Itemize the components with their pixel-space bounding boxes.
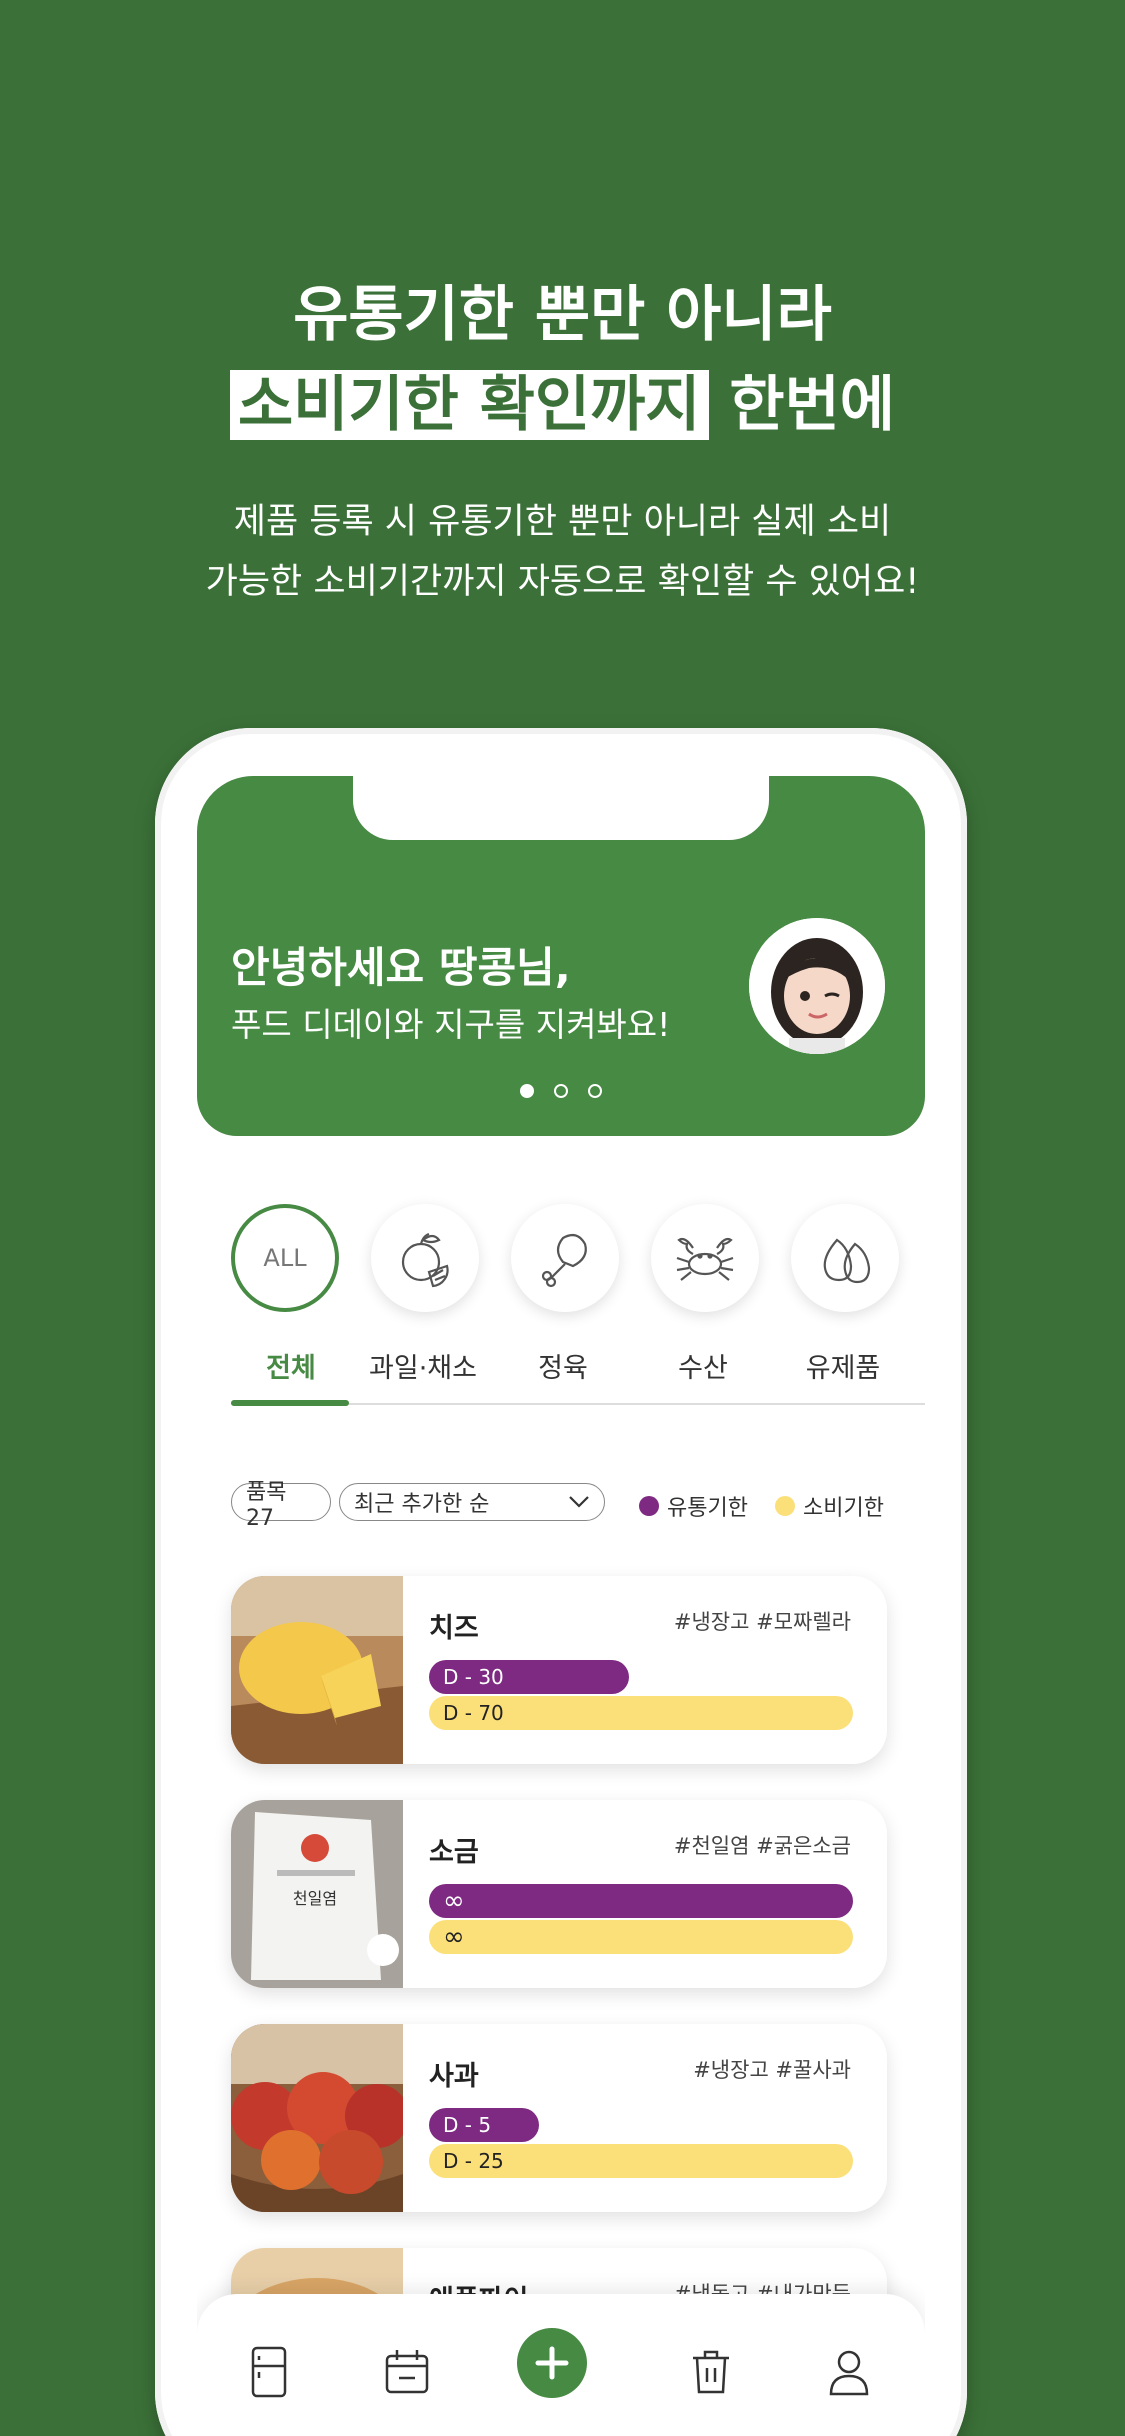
hero-subtitle-line2: 가능한 소비기간까지 자동으로 확인할 수 있어요! [205,562,920,602]
fruit-icon [401,1232,449,1288]
hero-subtitle: 제품 등록 시 유통기한 뿐만 아니라 실제 소비 가능한 소비기간까지 자동으… [0,492,1125,612]
hero-title: 유통기한 뿐만 아니라 소비기한 확인까지 한번에 [0,270,1125,450]
item-name: 치즈 [429,1613,479,1644]
app-screen: 안녕하세요 땅콩님, 푸드 디데이와 지구를 지켜봐요! ALL 전체 과일·채… [197,776,925,2436]
food-card[interactable]: 천일염 소금 #천일염 #굵은소금 ∞ ∞ [231,1800,887,1988]
expiry-bar: D - 5 [429,2108,539,2142]
sort-dropdown[interactable]: 최근 추가한 순 [339,1483,605,1521]
category-icons: ALL [231,1204,925,1314]
legend-expiry-swatch [639,1496,659,1516]
tab-seafood[interactable]: 수산 [633,1346,773,1385]
banner-pager [197,1084,925,1098]
salt-image: 천일염 [231,1800,403,1988]
all-icon: ALL [263,1244,307,1272]
item-tags: #냉장고 #모짜렐라 [673,1610,851,1634]
category-seafood-button[interactable] [651,1204,759,1312]
expiry-bar: D - 30 [429,1660,629,1694]
add-item-button[interactable] [517,2328,587,2398]
nav-profile-button[interactable] [819,2342,879,2402]
greeting-subtext: 푸드 디데이와 지구를 지켜봐요! [231,1005,671,1044]
pager-dot[interactable] [520,1084,534,1098]
cheese-image [231,1576,403,1764]
hero-subtitle-line1: 제품 등록 시 유통기한 뿐만 아니라 실제 소비 [233,502,892,542]
tab-all[interactable]: 전체 [221,1346,361,1385]
phone-notch [353,776,769,840]
tab-indicator [231,1400,349,1406]
pager-dot[interactable] [554,1084,568,1098]
egg-icon [823,1238,871,1284]
meat-icon [541,1233,587,1288]
category-meat-button[interactable] [511,1204,619,1312]
tab-dairy[interactable]: 유제품 [773,1346,913,1385]
nav-calendar-button[interactable] [377,2342,437,2402]
avatar[interactable] [749,918,885,1054]
item-name: 소금 [429,1837,479,1868]
consume-bar: D - 25 [429,2144,853,2178]
consume-bar: D - 70 [429,1696,853,1730]
tab-meat[interactable]: 정육 [493,1346,633,1385]
hero-title-highlight: 소비기한 확인까지 [230,370,709,440]
sort-label: 최근 추가한 순 [354,1492,490,1517]
trash-icon [693,2350,729,2394]
chevron-down-icon [569,1496,589,1508]
legend-expiry: 유통기한 [639,1490,748,1522]
greeting-banner[interactable]: 안녕하세요 땅콩님, 푸드 디데이와 지구를 지켜봐요! [197,776,925,1136]
item-count-label: 품목 27 [246,1479,287,1531]
phone-frame: 안녕하세요 땅콩님, 푸드 디데이와 지구를 지켜봐요! ALL 전체 과일·채… [155,728,967,2436]
crab-icon [676,1237,734,1281]
food-card[interactable]: 사과 #냉장고 #꿀사과 D - 25 D - 5 [231,2024,887,2212]
bottom-nav [197,2294,925,2436]
category-dairy-button[interactable] [791,1204,899,1312]
consume-bar: ∞ [429,1920,853,1954]
salt-package-label: 천일염 [293,1889,337,1908]
legend-consume: 소비기한 [775,1490,884,1522]
category-all-button[interactable]: ALL [231,1204,339,1312]
legend-consume-label: 소비기한 [803,1496,884,1521]
food-card[interactable]: 치즈 #냉장고 #모짜렐라 D - 70 D - 30 [231,1576,887,1764]
category-tabs: 전체 과일·채소 정육 수산 유제품 [197,1346,925,1386]
profile-icon [829,2350,869,2396]
legend-consume-swatch [775,1496,795,1516]
fridge-icon [251,2346,287,2398]
expiry-bar: ∞ [429,1884,853,1918]
item-tags: #냉장고 #꿀사과 [693,2058,851,2082]
category-fruit-button[interactable] [371,1204,479,1312]
nav-fridge-button[interactable] [239,2342,299,2402]
apple-image [231,2024,403,2212]
hero-title-line1: 유통기한 뿐만 아니라 [293,280,832,350]
calendar-icon [385,2350,429,2394]
legend-expiry-label: 유통기한 [667,1496,748,1521]
add-icon [535,2346,569,2380]
greeting-title: 안녕하세요 땅콩님, [231,943,571,992]
tab-fruit-vegetable[interactable]: 과일·채소 [353,1346,493,1385]
item-tags: #천일염 #굵은소금 [673,1834,851,1858]
item-name: 사과 [429,2061,479,2092]
pager-dot[interactable] [588,1084,602,1098]
item-count-chip: 품목 27 [231,1480,331,1531]
nav-trash-button[interactable] [681,2342,741,2402]
hero-title-rest: 한번에 [708,370,895,440]
